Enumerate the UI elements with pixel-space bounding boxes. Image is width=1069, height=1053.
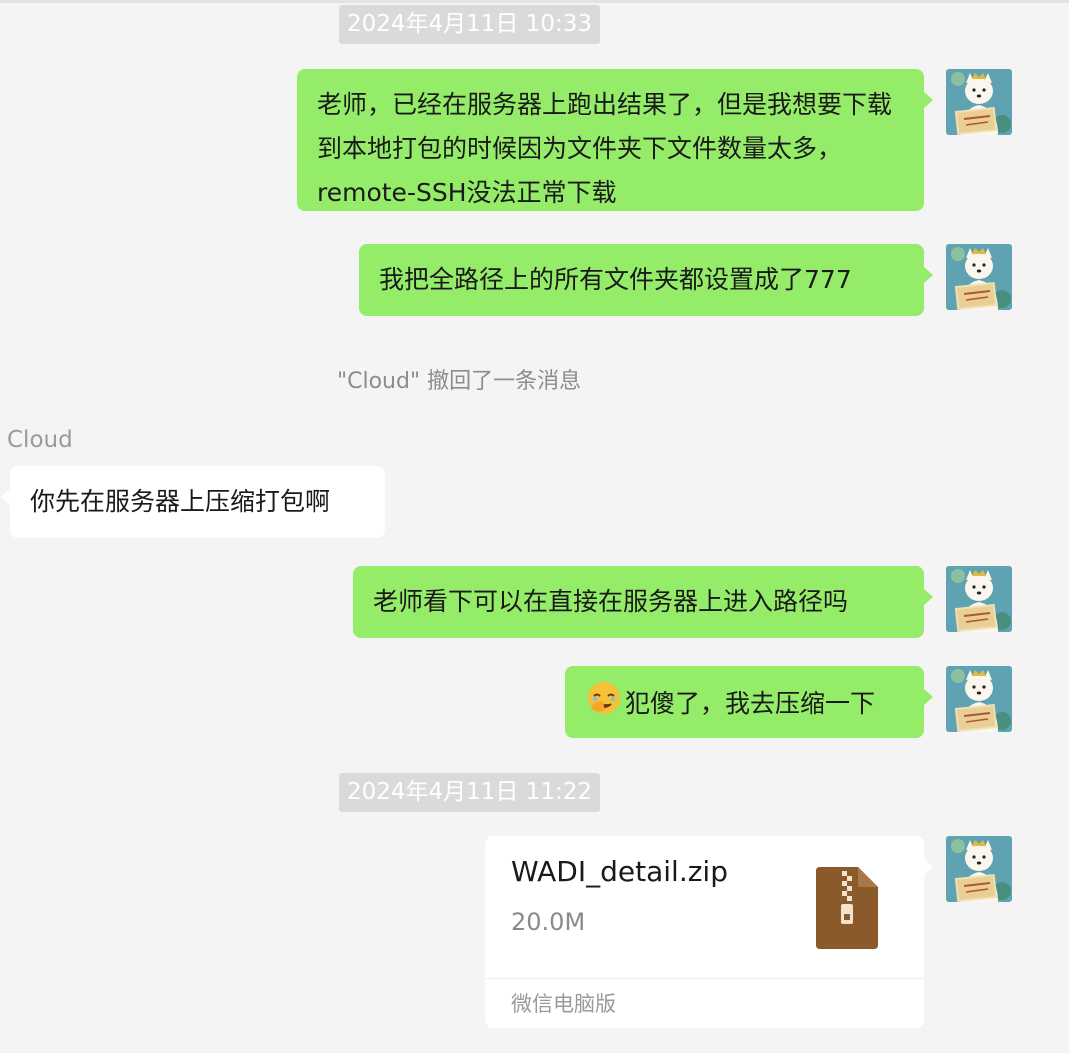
dog-avatar-icon bbox=[946, 836, 1012, 902]
timestamp: 2024年4月11日 10:33 bbox=[339, 5, 601, 44]
file-message-card[interactable]: WADI_detail.zip 20.0M 微信电脑版 bbox=[485, 836, 933, 1028]
timestamp: 2024年4月11日 11:22 bbox=[339, 773, 601, 812]
message-bubble-incoming[interactable]: 你先在服务器上压缩打包啊 bbox=[1, 466, 385, 538]
facepalm-emoji-icon bbox=[585, 680, 623, 730]
message-bubble-outgoing[interactable]: 我把全路径上的所有文件夹都设置成了777 bbox=[359, 244, 933, 316]
dog-avatar-icon bbox=[946, 244, 1012, 310]
zip-file-icon bbox=[816, 867, 878, 949]
message-bubble-outgoing[interactable]: 老师看下可以在直接在服务器上进入路径吗 bbox=[353, 566, 933, 638]
message-bubble-outgoing[interactable]: 犯傻了，我去压缩一下 bbox=[565, 666, 933, 738]
message-bubble-outgoing[interactable]: 老师，已经在服务器上跑出结果了，但是我想要下载到本地打包的时候因为文件夹下文件数… bbox=[297, 69, 933, 211]
divider bbox=[485, 978, 924, 979]
top-border bbox=[0, 0, 1069, 3]
file-name: WADI_detail.zip bbox=[511, 855, 728, 888]
dog-avatar-icon bbox=[946, 566, 1012, 632]
file-source-label: 微信电脑版 bbox=[511, 992, 616, 1016]
recall-notice: "Cloud" 撤回了一条消息 bbox=[337, 369, 582, 394]
file-size: 20.0M bbox=[511, 908, 586, 936]
dog-avatar-icon bbox=[946, 666, 1012, 732]
avatar[interactable] bbox=[946, 666, 1012, 732]
avatar[interactable] bbox=[946, 836, 1012, 902]
avatar[interactable] bbox=[946, 244, 1012, 310]
dog-avatar-icon bbox=[946, 69, 1012, 135]
sender-name: Cloud bbox=[7, 427, 73, 453]
avatar[interactable] bbox=[946, 69, 1012, 135]
avatar[interactable] bbox=[946, 566, 1012, 632]
message-text: 犯傻了，我去压缩一下 bbox=[625, 689, 876, 718]
